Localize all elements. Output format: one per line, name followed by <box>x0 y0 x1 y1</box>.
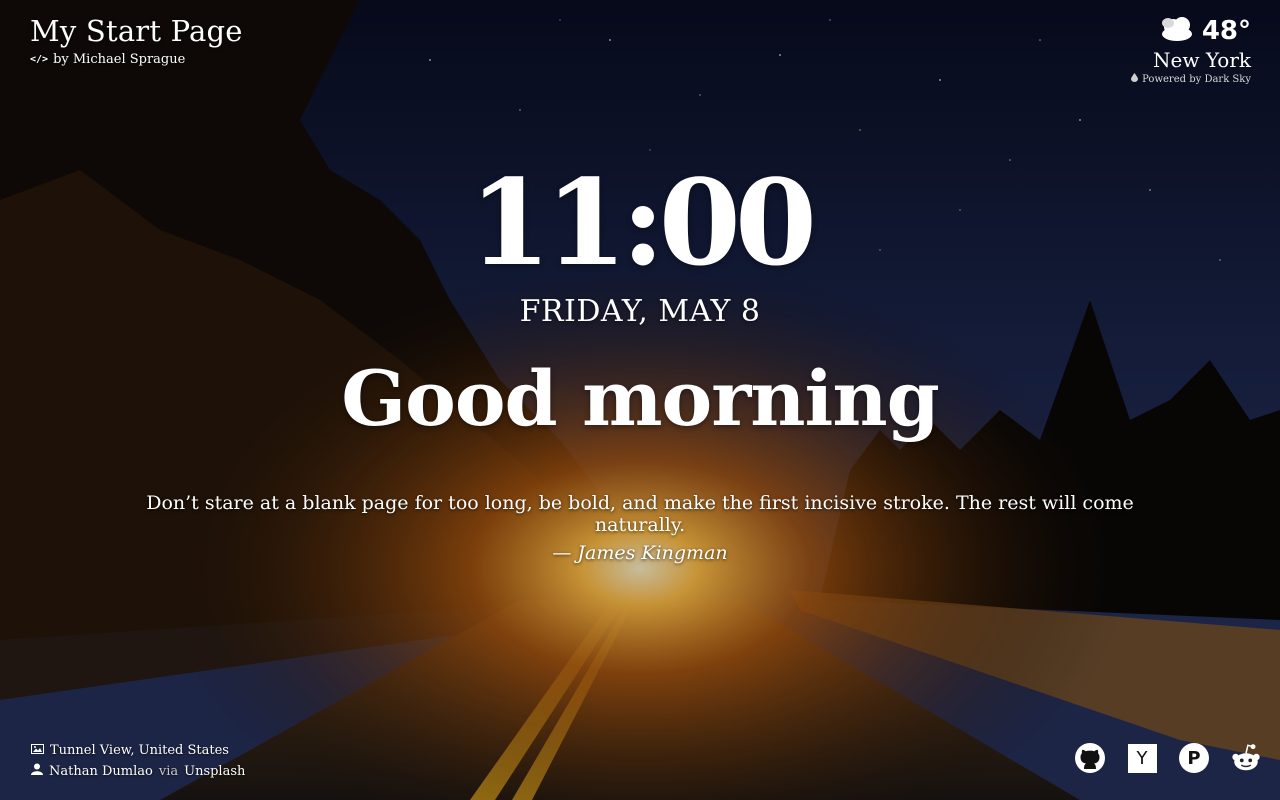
image-icon <box>31 740 44 761</box>
via-text: via <box>158 764 179 779</box>
clock-time: 11:00 <box>469 153 817 292</box>
reddit-icon[interactable] <box>1230 742 1262 774</box>
social-links: Y P <box>1074 742 1262 774</box>
page-title: My Start Page <box>30 14 243 48</box>
weather-temperature: 48° <box>1201 16 1251 46</box>
photo-location-link[interactable]: Tunnel View, United States <box>50 740 229 761</box>
photo-location-row: Tunnel View, United States <box>31 740 245 761</box>
byline: </> by Michael Sprague <box>30 52 243 67</box>
product-hunt-icon[interactable]: P <box>1178 742 1210 774</box>
weather-widget[interactable]: 48° New York Powered by Dark Sky <box>1131 14 1251 85</box>
weather-attribution[interactable]: Powered by Dark Sky <box>1131 73 1251 85</box>
greeting: Good morning <box>341 354 940 443</box>
powered-by-text: Powered by Dark Sky <box>1142 73 1251 85</box>
author-name: Michael Sprague <box>72 52 186 67</box>
cloud-icon <box>1160 14 1196 48</box>
photographer-row: Nathan Dumlao via Unsplash <box>31 761 245 782</box>
photographer-link[interactable]: Nathan Dumlao <box>49 761 153 782</box>
quote-author: — James Kingman <box>552 542 728 564</box>
photo-credits: Tunnel View, United States Nathan Dumlao… <box>31 740 245 782</box>
author-link[interactable]: by Michael Sprague <box>53 52 185 67</box>
quote-block: Don’t stare at a blank page for too long… <box>0 492 1280 564</box>
ycombinator-label: Y <box>1127 743 1157 773</box>
branding: My Start Page </> by Michael Sprague <box>30 14 243 67</box>
weather-city: New York <box>1153 48 1251 72</box>
quote-text: Don’t stare at a blank page for too long… <box>146 492 1134 536</box>
github-icon[interactable] <box>1074 742 1106 774</box>
code-icon: </> <box>30 54 49 65</box>
clock-date: FRIDAY, MAY 8 <box>519 294 761 329</box>
raindrop-icon <box>1131 73 1139 85</box>
user-icon <box>31 761 43 782</box>
product-hunt-label: P <box>1187 747 1201 769</box>
byline-prefix: by <box>53 52 69 67</box>
unsplash-link[interactable]: Unsplash <box>184 761 245 782</box>
ycombinator-icon[interactable]: Y <box>1126 742 1158 774</box>
